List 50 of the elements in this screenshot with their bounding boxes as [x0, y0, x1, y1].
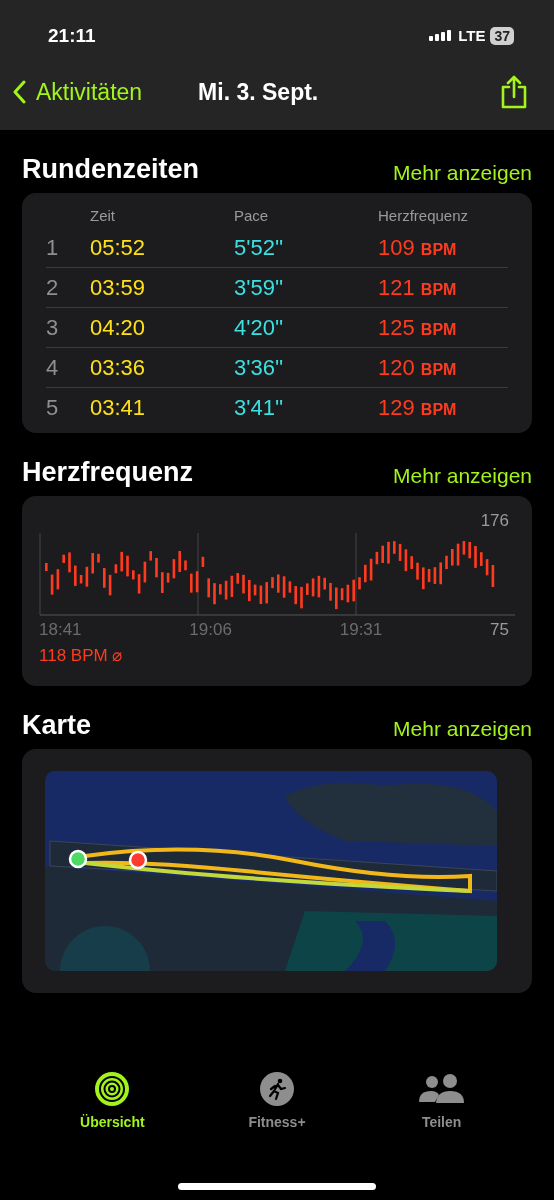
tab-bar-item[interactable]: Fitness+	[217, 1072, 337, 1133]
time-axis-label: 19:06	[189, 619, 233, 641]
lap-number: 4	[46, 353, 60, 382]
lap-heart-rate: 129 BPM	[378, 394, 457, 422]
lap-heart-rate: 109 BPM	[378, 233, 457, 262]
min-value: 75	[490, 619, 510, 641]
column-header: Pace	[234, 206, 270, 226]
activity-rings-icon	[95, 1072, 130, 1106]
tab-bar-item[interactable]: Teilen	[381, 1072, 502, 1133]
network-label: LTE	[458, 26, 486, 46]
lap-time: 03:41	[90, 394, 147, 422]
lap-heart-rate: 121 BPM	[378, 273, 457, 302]
lap-heart-rate: 120 BPM	[378, 353, 457, 382]
max-value: 176	[480, 512, 510, 529]
show-more-link[interactable]: Mehr anzeigen	[393, 465, 532, 486]
signal-icon	[429, 29, 454, 44]
people-icon	[418, 1074, 465, 1104]
lap-time: 03:59	[90, 273, 147, 302]
section-title: Karte	[22, 712, 92, 739]
back-button[interactable]: Aktivitäten	[12, 74, 143, 109]
lap-pace: 4'20''	[234, 313, 285, 342]
show-more-link[interactable]: Mehr anzeigen	[393, 718, 532, 739]
show-more-link[interactable]: Mehr anzeigen	[393, 162, 532, 183]
lap-time: 04:20	[90, 313, 147, 342]
lap-pace: 3'36''	[234, 353, 285, 382]
share-icon	[500, 74, 528, 109]
tab-bar-item[interactable]: Übersicht	[52, 1072, 173, 1133]
lap-number: 2	[46, 273, 60, 302]
share-button[interactable]	[500, 74, 528, 109]
status-time: 21:11	[48, 24, 96, 48]
nav-title: Mi. 3. Sept.	[198, 77, 319, 107]
average-heart-rate: 118 BPM ⌀	[39, 644, 124, 667]
section-title: Rundenzeiten	[22, 156, 199, 183]
runner-icon	[260, 1072, 294, 1106]
section-title: Herzfrequenz	[22, 459, 194, 486]
lap-number: 1	[46, 233, 60, 262]
lap-number: 5	[46, 394, 60, 422]
column-header: Zeit	[90, 206, 116, 226]
lap-time: 05:52	[90, 233, 147, 262]
lap-number: 3	[46, 313, 60, 342]
column-header: Herzfrequenz	[378, 206, 469, 226]
time-axis-label: 19:31	[339, 619, 384, 641]
lap-pace: 3'59''	[234, 273, 285, 302]
lap-heart-rate: 125 BPM	[378, 313, 457, 342]
time-axis-label: 18:41	[39, 619, 83, 641]
battery-indicator: 37	[490, 27, 514, 46]
lap-pace: 5'52''	[234, 233, 285, 262]
chevron-left-icon	[12, 79, 26, 104]
lap-pace: 3'41''	[234, 394, 285, 422]
lap-time: 03:36	[90, 353, 147, 382]
